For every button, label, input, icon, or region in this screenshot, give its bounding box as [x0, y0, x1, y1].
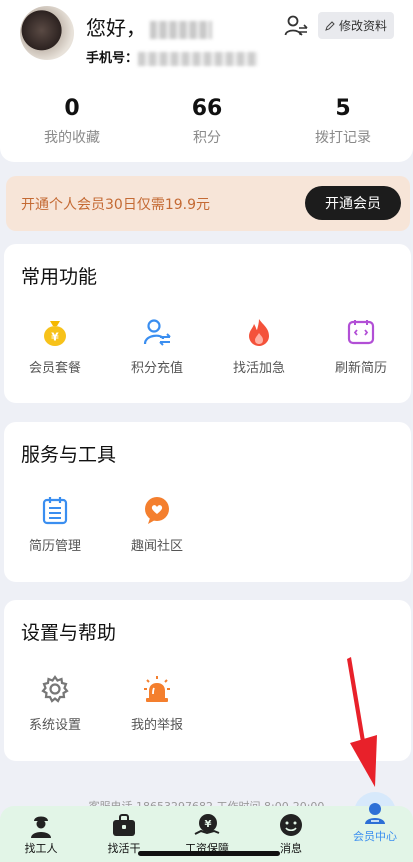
item-label: 简历管理: [28, 539, 81, 554]
clipboard-icon: [42, 497, 68, 525]
stat-call-records[interactable]: 5 拨打记录: [278, 96, 408, 147]
refresh-icon: [347, 320, 375, 345]
blurred-username: [150, 20, 212, 39]
phone-label: 手机号：: [86, 51, 139, 66]
item-label: 会员套餐: [28, 361, 81, 376]
money-bag-icon: ¥: [44, 321, 66, 346]
greeting: 您好，: [86, 12, 212, 41]
chat-heart-icon: [145, 497, 169, 524]
stat-value: 0: [64, 96, 80, 121]
item-label: 我的举报: [130, 718, 183, 733]
briefcase-icon: [113, 814, 135, 836]
item-points-recharge[interactable]: 积分充值: [112, 317, 202, 376]
item-label: 刷新简历: [334, 361, 387, 376]
phone-row: 手机号：: [86, 47, 259, 66]
svg-text:¥: ¥: [51, 331, 59, 344]
open-membership-button[interactable]: 开通会员: [305, 186, 401, 220]
tab-find-workers[interactable]: 找工人: [6, 806, 76, 862]
gear-icon: [41, 675, 69, 703]
item-label: 积分充值: [130, 361, 183, 376]
section-services-tools: 服务与工具 简历管理 趣闻社区: [4, 422, 411, 582]
avatar[interactable]: [20, 6, 74, 60]
message-icon: [280, 814, 302, 836]
item-member-packages[interactable]: ¥ 会员套餐: [10, 317, 100, 376]
edit-profile-button[interactable]: 修改资料: [318, 12, 394, 39]
alarm-icon: [144, 676, 170, 702]
red-annotation-arrow: [347, 657, 377, 787]
user-exchange-icon: [143, 319, 171, 346]
salary-icon: ¥: [194, 814, 220, 835]
item-label: 找活加急: [232, 361, 285, 376]
tab-label: 找工人: [24, 842, 58, 855]
stat-label: 积分: [193, 130, 221, 146]
item-system-settings[interactable]: 系统设置: [10, 674, 100, 733]
stat-label: 我的收藏: [44, 130, 100, 146]
home-indicator: [138, 851, 280, 856]
stat-value: 66: [191, 96, 223, 121]
item-my-reports[interactable]: 我的举报: [112, 674, 202, 733]
switch-account-icon[interactable]: [284, 15, 308, 37]
fire-icon: [249, 319, 269, 346]
tab-member-center[interactable]: 会员中心: [340, 803, 410, 862]
section-title: 设置与帮助: [21, 622, 117, 644]
svg-text:¥: ¥: [205, 819, 212, 830]
section-common-functions: 常用功能 ¥ 会员套餐 积分充值 找活加急 刷新简历: [4, 244, 411, 403]
stat-points[interactable]: 66 积分: [142, 96, 272, 147]
item-job-urgent[interactable]: 找活加急: [214, 317, 304, 376]
membership-promo-banner[interactable]: 开通个人会员30日仅需19.9元 开通会员: [6, 176, 410, 231]
worker-icon: [31, 816, 51, 838]
tab-label: 会员中心: [353, 830, 397, 843]
item-resume-management[interactable]: 简历管理: [10, 495, 100, 554]
pencil-icon: [325, 20, 335, 31]
stat-favorites[interactable]: 0 我的收藏: [7, 96, 137, 147]
section-title: 服务与工具: [21, 444, 117, 466]
promo-text: 开通个人会员30日仅需19.9元: [21, 197, 210, 213]
item-label: 系统设置: [28, 718, 81, 733]
item-community[interactable]: 趣闻社区: [112, 495, 202, 554]
item-label: 趣闻社区: [130, 539, 183, 554]
stat-value: 5: [335, 96, 351, 121]
stat-label: 拨打记录: [315, 130, 371, 146]
blurred-phone-number: [138, 51, 259, 66]
item-refresh-resume[interactable]: 刷新简历: [316, 317, 406, 376]
section-title: 常用功能: [21, 266, 98, 288]
member-icon: [365, 803, 385, 824]
edit-profile-label: 修改资料: [338, 19, 387, 33]
profile-card: 您好， 手机号： 修改资料 0 我的收藏 66 积分 5 拨打记录: [0, 0, 413, 162]
greeting-text: 您好，: [86, 16, 146, 40]
